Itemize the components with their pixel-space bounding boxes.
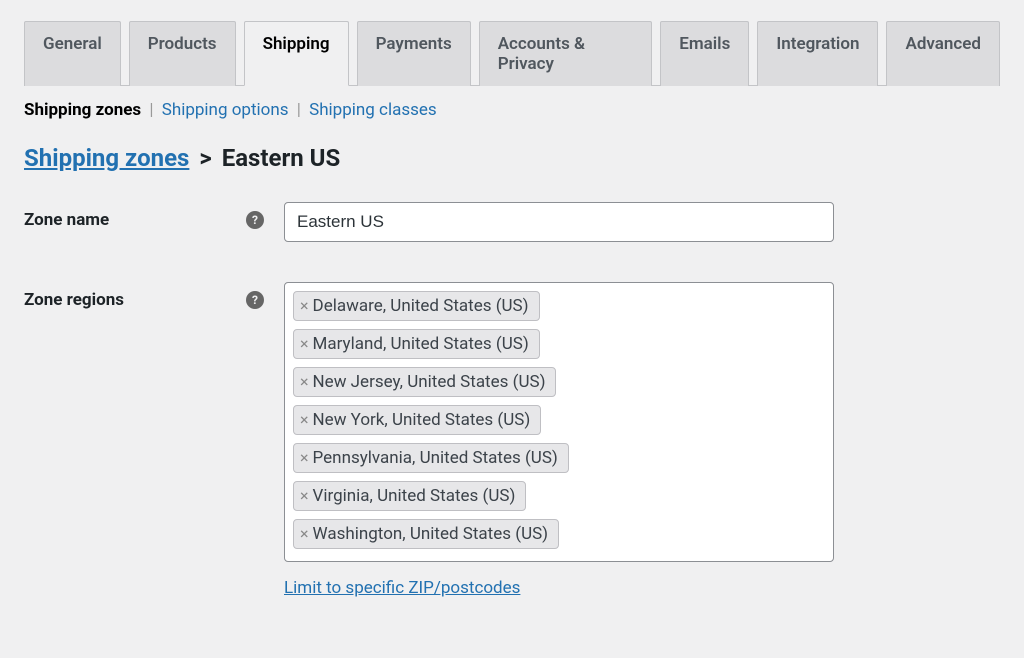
- region-tag-label: New York, United States (US): [313, 410, 531, 430]
- region-tag: × New Jersey, United States (US): [293, 367, 556, 397]
- zone-name-label: Zone name: [24, 210, 109, 230]
- region-tag-label: Pennsylvania, United States (US): [313, 448, 558, 468]
- help-icon[interactable]: ?: [246, 291, 264, 309]
- region-tag-label: Delaware, United States (US): [313, 296, 529, 316]
- shipping-subnav: Shipping zones | Shipping options | Ship…: [24, 100, 1000, 120]
- region-tag: × Washington, United States (US): [293, 519, 559, 549]
- tab-advanced[interactable]: Advanced: [886, 21, 1000, 86]
- zone-name-input[interactable]: [284, 202, 834, 242]
- region-tag: × Maryland, United States (US): [293, 329, 540, 359]
- remove-icon[interactable]: ×: [300, 336, 309, 352]
- tab-general[interactable]: General: [24, 21, 121, 86]
- separator: |: [149, 100, 157, 120]
- breadcrumb-separator: >: [199, 144, 211, 172]
- remove-icon[interactable]: ×: [300, 450, 309, 466]
- subnav-shipping-zones[interactable]: Shipping zones: [24, 100, 141, 120]
- breadcrumb: Shipping zones > Eastern US: [24, 144, 1000, 172]
- region-tag: × Delaware, United States (US): [293, 291, 540, 321]
- region-tag-label: Maryland, United States (US): [313, 334, 529, 354]
- help-icon[interactable]: ?: [246, 211, 264, 229]
- subnav-shipping-classes[interactable]: Shipping classes: [309, 100, 437, 120]
- subnav-shipping-options[interactable]: Shipping options: [162, 100, 289, 120]
- tab-emails[interactable]: Emails: [660, 21, 749, 86]
- remove-icon[interactable]: ×: [300, 374, 309, 390]
- remove-icon[interactable]: ×: [300, 412, 309, 428]
- region-tag-label: Virginia, United States (US): [313, 486, 516, 506]
- settings-tabs: General Products Shipping Payments Accou…: [24, 20, 1000, 86]
- breadcrumb-current: Eastern US: [222, 144, 341, 172]
- tab-integration[interactable]: Integration: [757, 21, 878, 86]
- region-tag: × Virginia, United States (US): [293, 481, 526, 511]
- region-tag: × Pennsylvania, United States (US): [293, 443, 569, 473]
- tab-shipping[interactable]: Shipping: [244, 21, 349, 86]
- breadcrumb-root-link[interactable]: Shipping zones: [24, 144, 189, 172]
- region-tag-label: Washington, United States (US): [313, 524, 549, 544]
- limit-postcodes-link[interactable]: Limit to specific ZIP/postcodes: [284, 578, 520, 598]
- separator: |: [297, 100, 305, 120]
- tab-payments[interactable]: Payments: [357, 21, 471, 86]
- remove-icon[interactable]: ×: [300, 526, 309, 542]
- region-tag-label: New Jersey, United States (US): [313, 372, 546, 392]
- zone-regions-select[interactable]: × Delaware, United States (US) × Marylan…: [284, 282, 834, 562]
- remove-icon[interactable]: ×: [300, 488, 309, 504]
- zone-regions-label: Zone regions: [24, 290, 124, 310]
- tab-products[interactable]: Products: [129, 21, 236, 86]
- region-tag: × New York, United States (US): [293, 405, 541, 435]
- tab-accounts-privacy[interactable]: Accounts & Privacy: [479, 21, 653, 86]
- remove-icon[interactable]: ×: [300, 298, 309, 314]
